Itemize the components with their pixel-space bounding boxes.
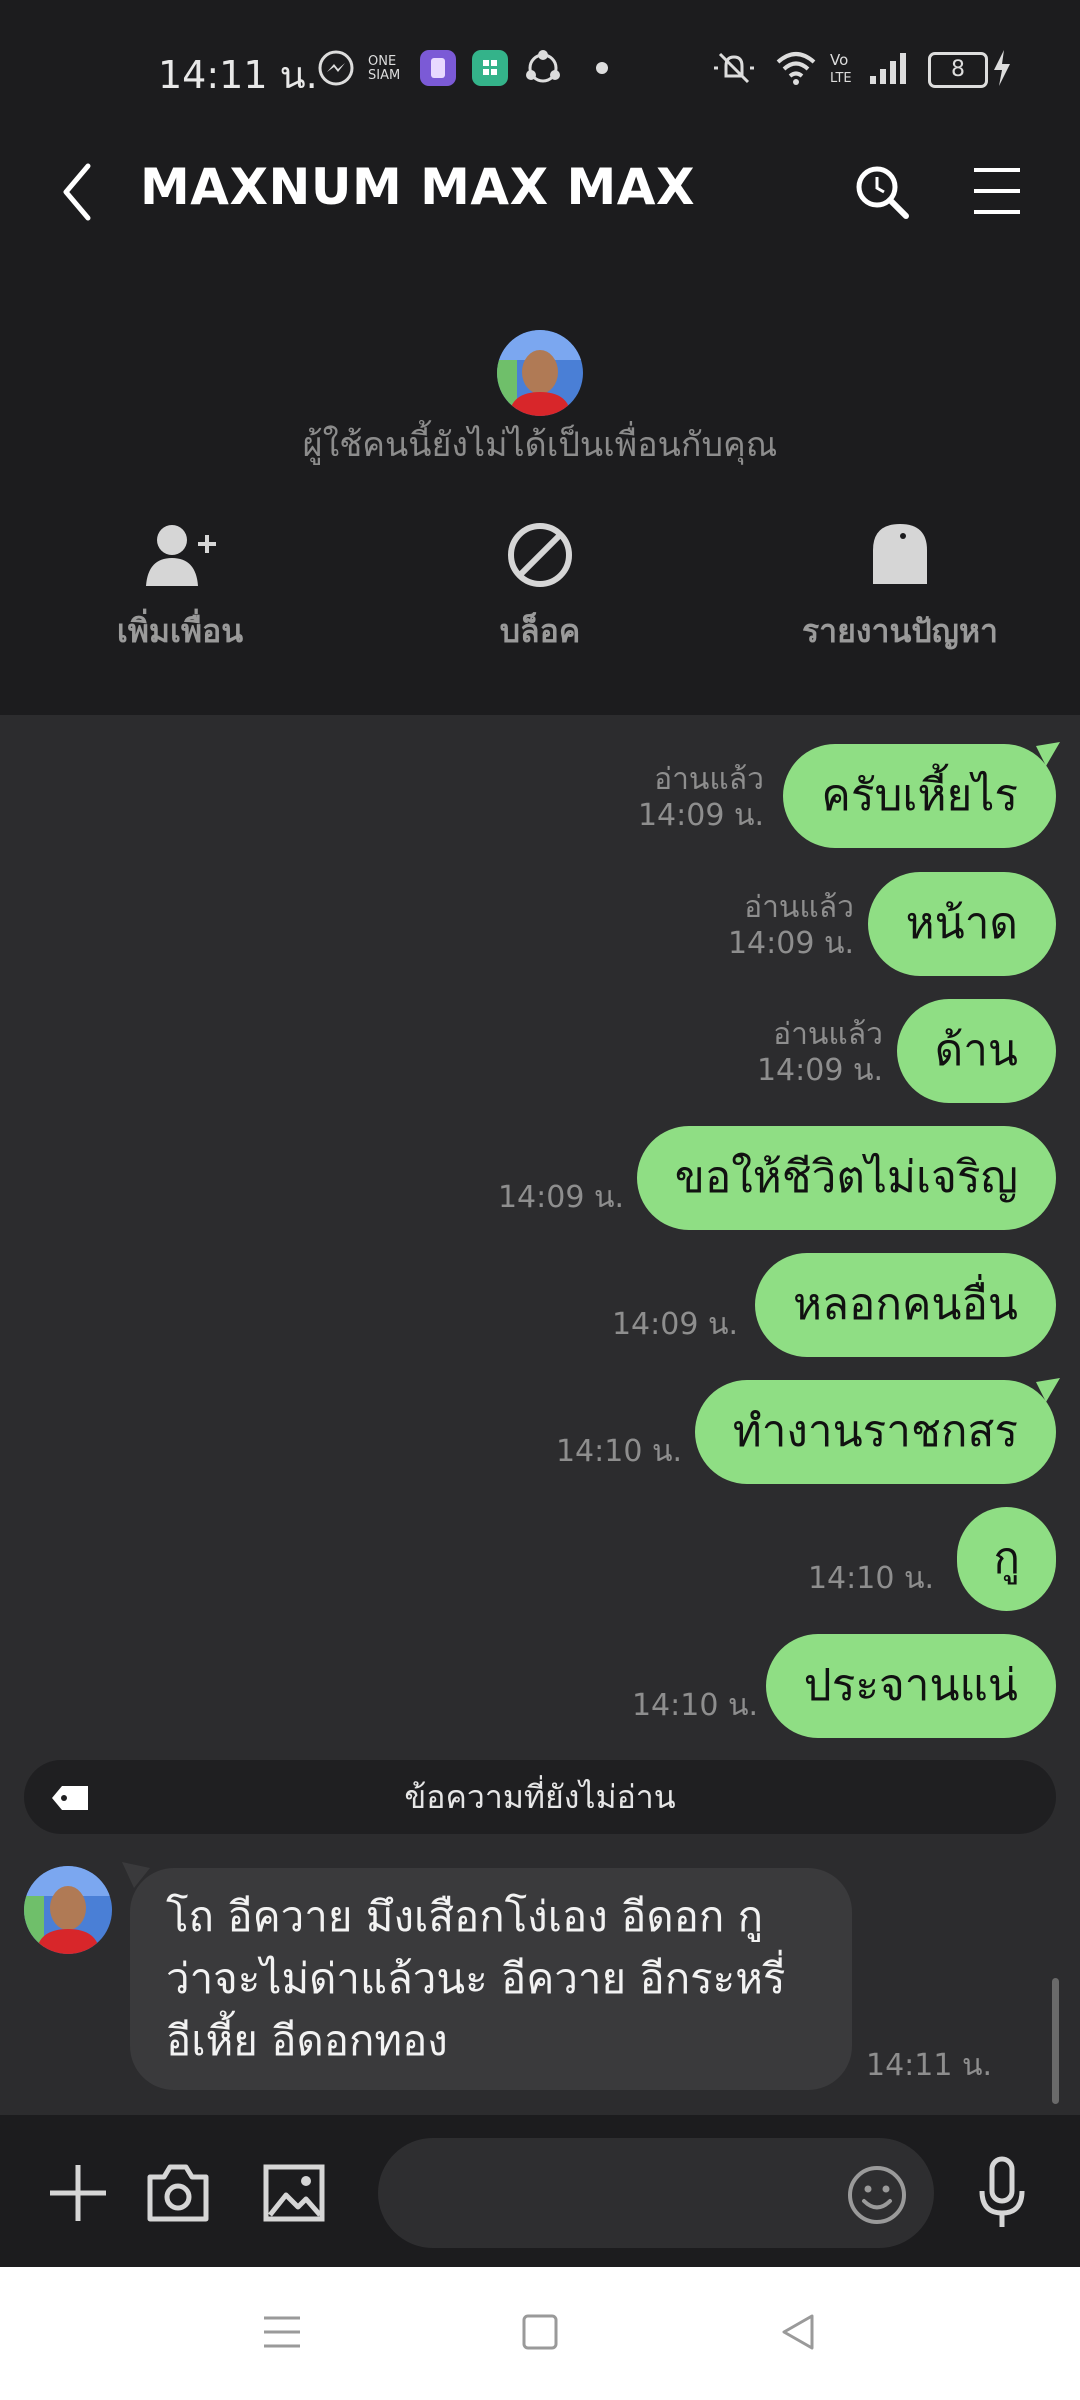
add-friend-label: เพิ่มเพื่อน bbox=[116, 612, 244, 650]
message-line: ว่าจะไม่ด่าแล้วนะ อีควาย อีกระหรี่ bbox=[166, 1954, 786, 2003]
report-label: รายงานปัญหา bbox=[801, 612, 998, 650]
svg-text:Vo: Vo bbox=[830, 51, 848, 69]
home-icon[interactable] bbox=[520, 2312, 560, 2352]
svg-text:SIAM: SIAM bbox=[368, 68, 400, 83]
sender-avatar[interactable] bbox=[24, 1866, 112, 1954]
unread-label: ข้อความที่ยังไม่อ่าน bbox=[404, 1778, 676, 1816]
battery-icon: 8 bbox=[928, 52, 988, 88]
not-friend-notice: ผู้ใช้คนนี้ยังไม่ได้เป็นเพื่อนกับคุณ bbox=[302, 425, 778, 465]
block-label: บล็อค bbox=[499, 612, 581, 650]
status-time: 14:11 น. bbox=[158, 53, 318, 97]
message-line: โถ อีควาย มึงเสือกโง่เอง อีดอก กู bbox=[166, 1892, 764, 1941]
block-icon bbox=[508, 523, 572, 587]
app-icon bbox=[420, 50, 456, 86]
messenger-icon bbox=[318, 50, 354, 86]
report-button[interactable]: รายงานปัญหา bbox=[720, 520, 1080, 657]
mute-icon bbox=[714, 52, 754, 84]
image-icon[interactable] bbox=[262, 2161, 326, 2225]
system-nav-bar bbox=[0, 2267, 1080, 2400]
microphone-icon[interactable] bbox=[976, 2155, 1028, 2231]
message-line: อีเหี้ย อีดอกทอง bbox=[166, 2016, 448, 2065]
message-time: 14:11 น. bbox=[866, 2048, 993, 2083]
add-friend-button[interactable]: เพิ่มเพื่อน bbox=[0, 520, 360, 657]
share-icon bbox=[526, 50, 560, 83]
chat-header: MAXNUM MAX MAX bbox=[0, 120, 1080, 265]
back-icon[interactable] bbox=[778, 2312, 818, 2352]
signal-icon bbox=[870, 53, 906, 84]
input-bar bbox=[0, 2115, 1080, 2267]
block-button[interactable]: บล็อค bbox=[360, 520, 720, 657]
message-input[interactable] bbox=[378, 2138, 934, 2248]
avatar[interactable] bbox=[497, 330, 583, 416]
svg-text:ONE: ONE bbox=[368, 54, 396, 69]
emoji-icon[interactable] bbox=[846, 2164, 908, 2226]
battery-level: 8 bbox=[951, 57, 965, 82]
scrollbar[interactable] bbox=[1052, 1978, 1059, 2104]
charging-icon bbox=[994, 50, 1010, 86]
incoming-message[interactable]: โถ อีควาย มึงเสือกโง่เอง อีดอก กู ว่าจะไ… bbox=[130, 1868, 852, 2090]
search-icon[interactable] bbox=[852, 162, 912, 222]
status-bar: 14:11 น. ONE SIAM Vo LTE 8 bbox=[0, 0, 1080, 120]
plus-icon[interactable] bbox=[46, 2161, 110, 2225]
dot-icon bbox=[596, 62, 608, 74]
chat-title: MAXNUM MAX MAX bbox=[140, 158, 696, 216]
recents-icon[interactable] bbox=[262, 2312, 302, 2352]
back-arrow-icon[interactable] bbox=[58, 160, 98, 224]
volte-icon: Vo LTE bbox=[830, 51, 852, 86]
wifi-icon bbox=[776, 52, 816, 85]
report-icon bbox=[873, 524, 927, 584]
menu-icon[interactable] bbox=[970, 164, 1024, 218]
onesiam-icon: ONE SIAM bbox=[368, 54, 400, 83]
incoming-message-text: โถ อีควาย มึงเสือกโง่เอง อีดอก กู ว่าจะไ… bbox=[166, 1886, 846, 2072]
svg-text:LTE: LTE bbox=[830, 71, 852, 86]
add-friend-icon bbox=[146, 525, 216, 586]
camera-icon[interactable] bbox=[144, 2161, 212, 2225]
app-icon bbox=[472, 50, 508, 86]
profile-section: ผู้ใช้คนนี้ยังไม่ได้เป็นเพื่อนกับคุณ เพิ… bbox=[0, 265, 1080, 715]
unread-divider: ข้อความที่ยังไม่อ่าน bbox=[24, 1760, 1056, 1834]
